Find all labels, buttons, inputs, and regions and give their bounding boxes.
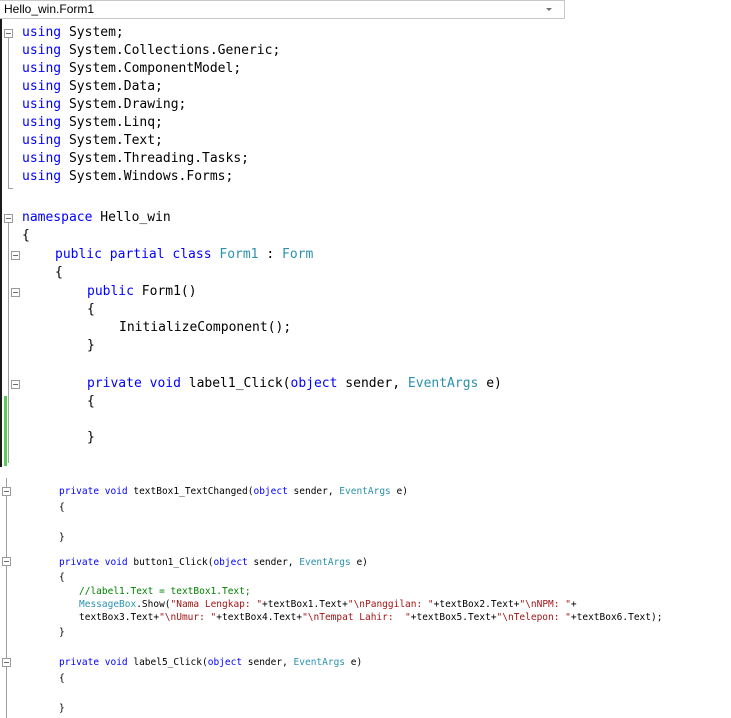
code-line: } <box>59 532 65 543</box>
class-dropdown-label: Hello_win.Form1 <box>4 2 95 16</box>
code-line: { <box>59 572 65 583</box>
code-line: { <box>22 228 30 243</box>
code-line: } <box>59 703 65 714</box>
outline-guide <box>6 478 7 718</box>
code-line: { <box>55 265 63 280</box>
collapse-button1-icon[interactable] <box>2 557 11 566</box>
code-line: using System.Text; <box>22 133 163 148</box>
code-line: using System; <box>22 25 124 40</box>
class-dropdown[interactable]: Hello_win.Form1 <box>0 0 565 19</box>
code-line: using System.ComponentModel; <box>22 61 242 76</box>
code-editor-top[interactable]: using System; using System.Collections.G… <box>0 19 731 469</box>
collapse-usings-icon[interactable] <box>4 29 13 38</box>
outline-guide <box>8 223 9 463</box>
code-editor-bottom[interactable]: private void textBox1_TextChanged(object… <box>0 478 731 718</box>
code-line: } <box>87 430 95 445</box>
outline-guide <box>8 38 9 188</box>
code-line: { <box>87 302 95 317</box>
code-line: public partial class Form1 : Form <box>55 247 314 262</box>
code-line: private void label5_Click(object sender,… <box>59 657 363 668</box>
outline-guide <box>8 188 13 189</box>
code-line: private void label1_Click(object sender,… <box>87 376 502 391</box>
code-line: { <box>59 502 65 513</box>
chevron-down-icon <box>546 8 552 11</box>
collapse-label5-icon[interactable] <box>2 658 11 667</box>
code-line: } <box>87 338 95 353</box>
collapse-textbox-icon[interactable] <box>2 487 11 496</box>
code-line: public Form1() <box>87 284 197 299</box>
code-line: private void textBox1_TextChanged(object… <box>59 486 408 497</box>
code-line: { <box>59 673 65 684</box>
code-line: using System.Collections.Generic; <box>22 43 281 58</box>
collapse-ctor-icon[interactable] <box>11 288 20 297</box>
code-line: namespace Hello_win <box>22 210 171 225</box>
code-line: } <box>59 627 65 638</box>
code-line: using System.Threading.Tasks; <box>22 151 249 166</box>
collapse-label1-icon[interactable] <box>11 380 20 389</box>
change-indicator <box>4 396 7 466</box>
code-line: private void button1_Click(object sender… <box>59 557 368 568</box>
code-line: { <box>87 394 95 409</box>
collapse-class-icon[interactable] <box>11 251 20 260</box>
code-line: using System.Data; <box>22 79 163 94</box>
collapse-namespace-icon[interactable] <box>4 214 13 223</box>
code-line: InitializeComponent(); <box>119 320 292 335</box>
code-line: textBox3.Text+"\nUmur: "+textBox4.Text+"… <box>79 612 663 623</box>
code-line: using System.Windows.Forms; <box>22 169 234 184</box>
code-line: using System.Drawing; <box>22 97 187 112</box>
code-line: using System.Linq; <box>22 115 163 130</box>
